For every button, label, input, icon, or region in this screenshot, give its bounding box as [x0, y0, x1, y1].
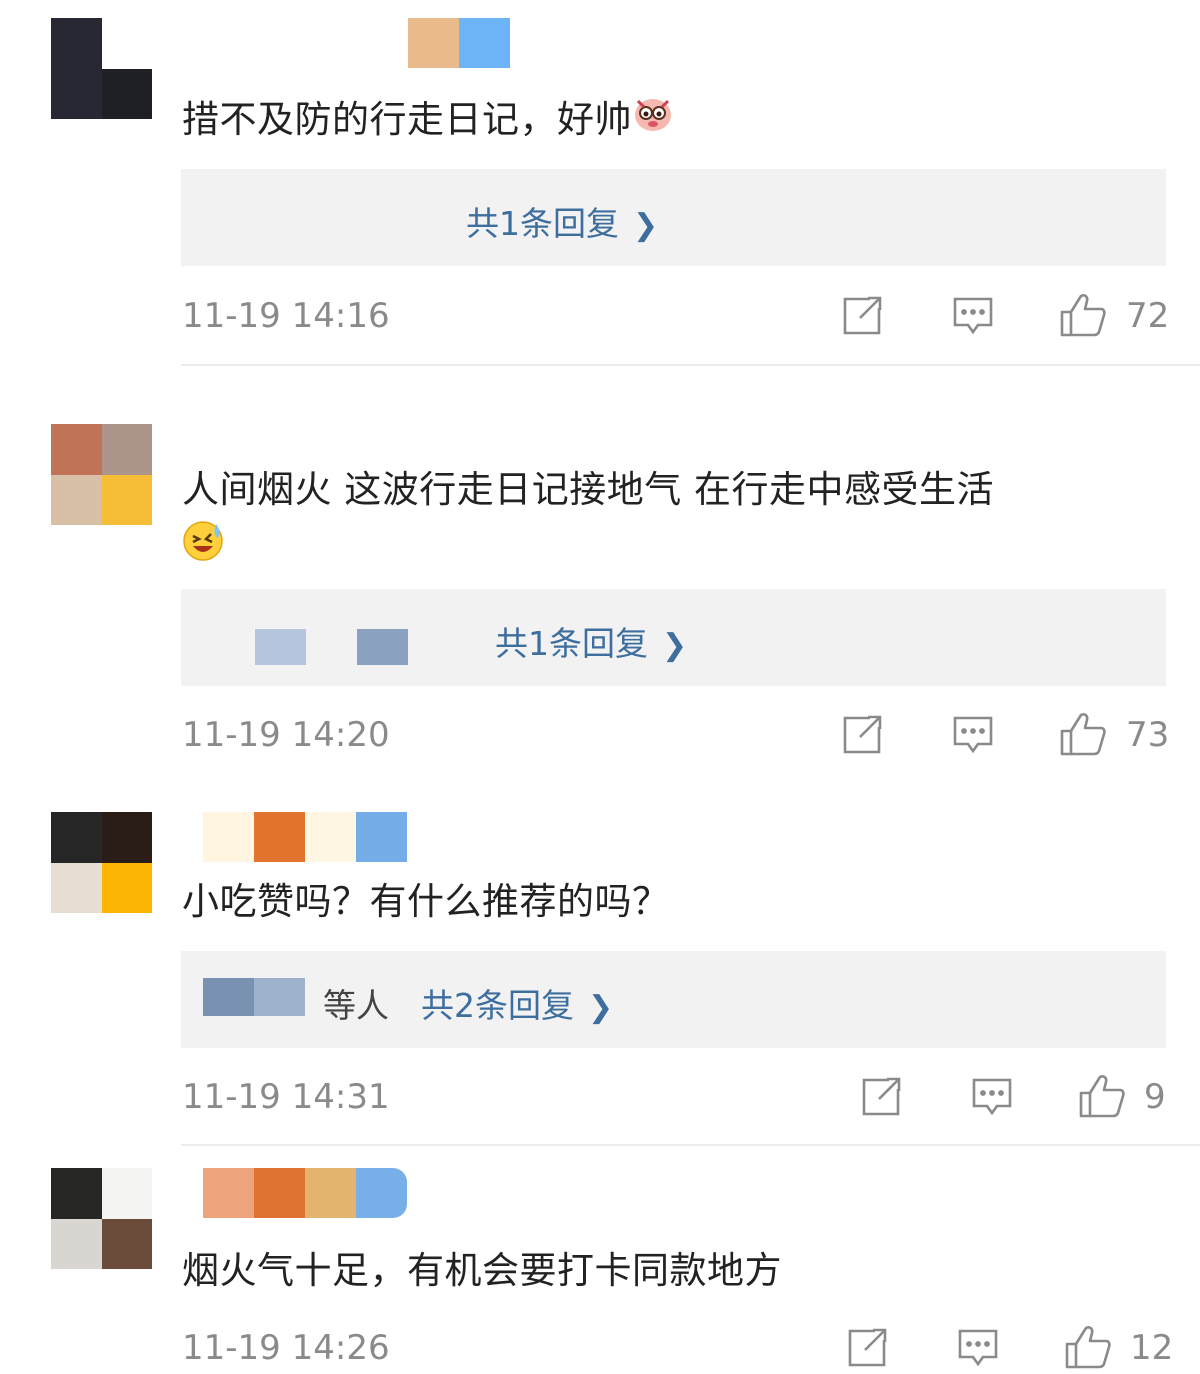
- share-icon[interactable]: [840, 713, 884, 757]
- comment-icon[interactable]: [956, 1326, 1000, 1370]
- share-icon[interactable]: [845, 1326, 889, 1370]
- laugh-cry-emoji-icon: [182, 518, 226, 578]
- comment-icon[interactable]: [970, 1075, 1014, 1119]
- avatar[interactable]: [51, 812, 152, 913]
- reply-username[interactable]: [255, 629, 408, 665]
- timestamp: 11-19 14:16: [182, 296, 390, 336]
- like-icon[interactable]: [1059, 711, 1107, 757]
- view-replies-link[interactable]: 共2条回复 ❯: [421, 979, 613, 1027]
- avatar[interactable]: [51, 1168, 152, 1269]
- view-replies-link[interactable]: 共1条回复 ❯: [495, 617, 687, 665]
- reply-prefix: 等人: [323, 986, 389, 1025]
- share-icon[interactable]: [859, 1075, 903, 1119]
- like-count: 73: [1126, 715, 1170, 755]
- timestamp: 11-19 14:26: [182, 1328, 390, 1368]
- reply-username[interactable]: [203, 978, 305, 1016]
- pig-emoji-icon: [632, 93, 674, 151]
- comment-text: 措不及防的行走日记，好帅: [182, 92, 674, 151]
- divider: [181, 1144, 1200, 1146]
- chevron-right-icon: ❯: [633, 208, 659, 243]
- chevron-right-icon: ❯: [588, 990, 614, 1025]
- reply-box[interactable]: 共1条回复 ❯: [181, 589, 1166, 686]
- like-icon[interactable]: [1059, 292, 1107, 338]
- like-count: 72: [1126, 296, 1170, 336]
- timestamp: 11-19 14:20: [182, 715, 390, 755]
- timestamp: 11-19 14:31: [182, 1077, 390, 1117]
- divider: [181, 364, 1200, 366]
- username[interactable]: [408, 18, 510, 68]
- view-replies-link[interactable]: 共1条回复 ❯: [466, 197, 658, 245]
- avatar[interactable]: [51, 18, 152, 119]
- avatar[interactable]: [51, 424, 152, 525]
- chevron-right-icon: ❯: [662, 628, 688, 663]
- comment-text: 小吃赞吗？有什么推荐的吗？: [182, 880, 670, 923]
- comment-text: 烟火气十足，有机会要打卡同款地方: [182, 1249, 782, 1292]
- like-count: 9: [1144, 1077, 1166, 1117]
- username[interactable]: [203, 812, 407, 862]
- reply-box[interactable]: 共1条回复 ❯: [181, 169, 1166, 266]
- like-icon[interactable]: [1078, 1073, 1126, 1119]
- username[interactable]: [203, 1168, 407, 1218]
- share-icon[interactable]: [840, 294, 884, 338]
- comment-icon[interactable]: [951, 294, 995, 338]
- comment-icon[interactable]: [951, 713, 995, 757]
- like-count: 12: [1130, 1328, 1174, 1368]
- like-icon[interactable]: [1064, 1324, 1112, 1370]
- reply-box[interactable]: 等人 共2条回复 ❯: [181, 951, 1166, 1048]
- comment-text: 人间烟火 这波行走日记接地气 在行走中感受生活: [182, 468, 995, 511]
